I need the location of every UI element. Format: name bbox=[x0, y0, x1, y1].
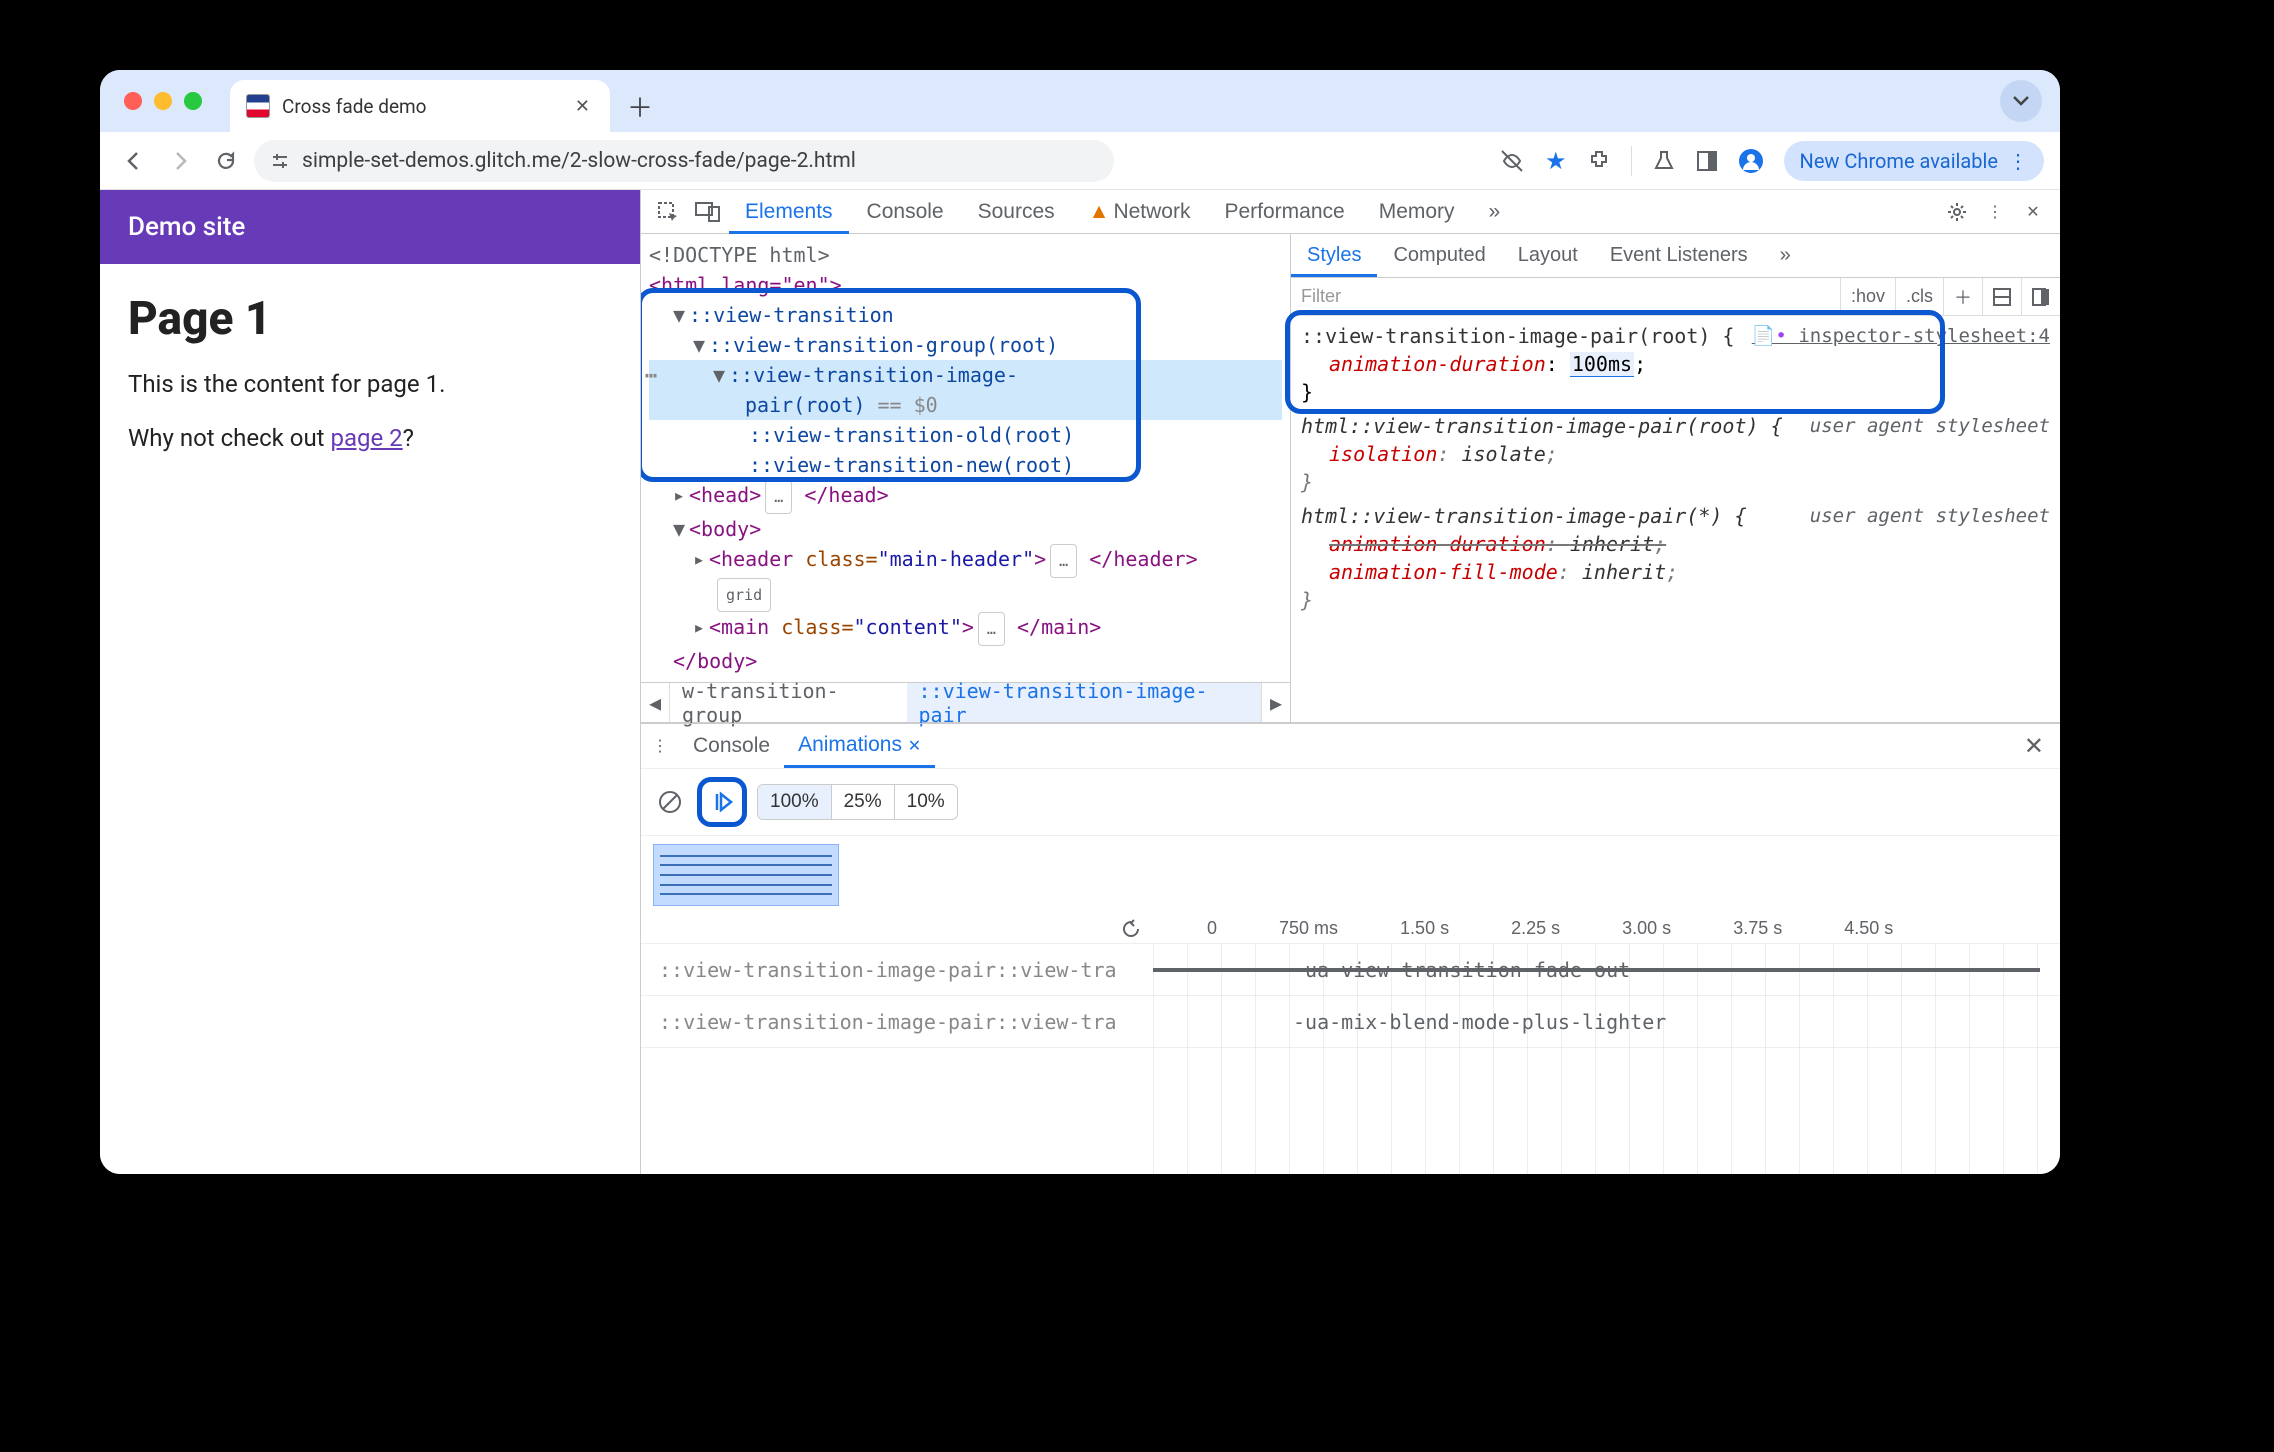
speed-10[interactable]: 10% bbox=[895, 785, 957, 819]
breadcrumb-right[interactable]: ▶ bbox=[1261, 683, 1290, 722]
inspect-element-icon[interactable] bbox=[653, 197, 683, 227]
tab-sources[interactable]: Sources bbox=[962, 190, 1071, 234]
styles-tab-event[interactable]: Event Listeners bbox=[1594, 234, 1764, 277]
forward-button[interactable] bbox=[162, 143, 198, 179]
update-chrome-button[interactable]: New Chrome available ⋮ bbox=[1784, 141, 2044, 181]
styles-tab-layout[interactable]: Layout bbox=[1502, 234, 1594, 277]
new-tab-button[interactable]: ＋ bbox=[618, 84, 662, 128]
anim-row-2-label: ::view-transition-image-pair::view-tra bbox=[641, 1010, 1153, 1034]
more-menu-icon[interactable]: ⋮ bbox=[1980, 197, 2010, 227]
url-text: simple-set-demos.glitch.me/2-slow-cross-… bbox=[302, 149, 1098, 173]
minimize-window-button[interactable] bbox=[154, 92, 172, 110]
device-toggle-icon[interactable] bbox=[693, 197, 723, 227]
page-2-link[interactable]: page 2 bbox=[330, 424, 402, 452]
styles-tab-styles[interactable]: Styles bbox=[1291, 234, 1377, 277]
toolbar-icons: ★ New Chrome available ⋮ bbox=[1499, 141, 2044, 181]
styles-tabs-overflow[interactable]: » bbox=[1764, 234, 1807, 277]
bookmark-star-icon[interactable]: ★ bbox=[1545, 147, 1567, 175]
breadcrumb-left[interactable]: ◀ bbox=[641, 683, 670, 722]
drawer-close-button[interactable]: ✕ bbox=[2008, 732, 2060, 761]
drawer-menu-icon[interactable]: ⋮ bbox=[645, 731, 675, 761]
page-header: Demo site bbox=[100, 190, 640, 264]
settings-gear-icon[interactable] bbox=[1942, 197, 1972, 227]
computed-toggle-icon[interactable] bbox=[1983, 278, 2022, 315]
eye-off-icon[interactable] bbox=[1499, 148, 1525, 174]
styles-tab-computed[interactable]: Computed bbox=[1377, 234, 1501, 277]
elements-panel: <!DOCTYPE html> <html lang="en"> ▼::view… bbox=[641, 234, 1291, 722]
chevron-down-icon bbox=[2013, 96, 2029, 106]
tab-console[interactable]: Console bbox=[851, 190, 960, 234]
play-icon bbox=[711, 791, 733, 813]
styles-panel: Styles Computed Layout Event Listeners »… bbox=[1291, 234, 2060, 722]
profile-icon[interactable] bbox=[1738, 148, 1764, 174]
speed-100[interactable]: 100% bbox=[758, 785, 832, 819]
page-paragraph-2: Why not check out page 2? bbox=[128, 424, 612, 452]
close-devtools-icon[interactable]: ✕ bbox=[2018, 197, 2048, 227]
close-tab-button[interactable]: ✕ bbox=[569, 90, 596, 123]
omnibox[interactable]: simple-set-demos.glitch.me/2-slow-cross-… bbox=[254, 140, 1114, 182]
page-title: Page 1 bbox=[128, 292, 612, 346]
browser-tab[interactable]: Cross fade demo ✕ bbox=[230, 80, 610, 132]
rendered-page: Demo site Page 1 This is the content for… bbox=[100, 190, 640, 1174]
labs-icon[interactable] bbox=[1652, 149, 1676, 173]
back-button[interactable] bbox=[116, 143, 152, 179]
animation-timeline[interactable]: 0 750 ms 1.50 s 2.25 s 3.00 s 3.75 s 4.5… bbox=[641, 914, 2060, 1174]
speed-25[interactable]: 25% bbox=[832, 785, 895, 819]
browser-window: Cross fade demo ✕ ＋ simple-set-demos.gli… bbox=[100, 70, 2060, 1174]
kebab-menu-icon: ⋮ bbox=[2008, 149, 2028, 173]
tab-bar: Cross fade demo ✕ ＋ bbox=[100, 70, 2060, 132]
devtools-tabs: Elements Console Sources ▲Network Perfor… bbox=[641, 190, 2060, 234]
anim-row-1-track[interactable]: -ua-view-transition-fade-out bbox=[1153, 944, 2060, 995]
animations-drawer: ⋮ Console Animations ✕ ✕ 100% bbox=[641, 723, 2060, 1174]
tab-search-button[interactable] bbox=[2000, 80, 2042, 122]
tune-icon bbox=[270, 151, 290, 171]
tab-memory[interactable]: Memory bbox=[1363, 190, 1471, 234]
breadcrumb: ◀ w-transition-group ::view-transition-i… bbox=[641, 682, 1290, 722]
maximize-window-button[interactable] bbox=[184, 92, 202, 110]
play-pause-button[interactable] bbox=[697, 777, 747, 827]
anim-row-2-track[interactable]: -ua-mix-blend-mode-plus-lighter bbox=[1153, 996, 2060, 1047]
favicon-icon bbox=[246, 94, 270, 118]
breadcrumb-seg-1[interactable]: w-transition-group bbox=[670, 683, 906, 722]
dom-tree[interactable]: <!DOCTYPE html> <html lang="en"> ▼::view… bbox=[641, 234, 1290, 682]
drawer-tab-console[interactable]: Console bbox=[679, 726, 784, 766]
playback-speed-group: 100% 25% 10% bbox=[757, 784, 958, 820]
tabs-overflow[interactable]: » bbox=[1473, 190, 1517, 234]
devtools-panel: Elements Console Sources ▲Network Perfor… bbox=[640, 190, 2060, 1174]
tab-network[interactable]: ▲Network bbox=[1073, 190, 1207, 234]
highlight-frame-dom bbox=[641, 288, 1141, 482]
window-controls bbox=[124, 70, 202, 132]
drawer-tab-animations[interactable]: Animations ✕ bbox=[784, 725, 935, 768]
side-panel-icon[interactable] bbox=[1696, 150, 1718, 172]
highlight-frame-styles bbox=[1285, 310, 1945, 414]
css-rules[interactable]: 📄• inspector-stylesheet:4 ::view-transit… bbox=[1291, 316, 2060, 626]
tab-elements[interactable]: Elements bbox=[729, 190, 849, 234]
tab-performance[interactable]: Performance bbox=[1208, 190, 1360, 234]
new-rule-button[interactable]: ＋ bbox=[1944, 278, 1983, 315]
close-window-button[interactable] bbox=[124, 92, 142, 110]
address-bar: simple-set-demos.glitch.me/2-slow-cross-… bbox=[100, 132, 2060, 190]
page-paragraph-1: This is the content for page 1. bbox=[128, 370, 612, 398]
rewind-icon[interactable] bbox=[1121, 919, 1141, 939]
rendering-icon[interactable] bbox=[2022, 278, 2060, 315]
anim-row-1-label: ::view-transition-image-pair::view-tra bbox=[641, 958, 1153, 982]
extensions-icon[interactable] bbox=[1587, 149, 1611, 173]
breadcrumb-seg-2[interactable]: ::view-transition-image-pair bbox=[907, 683, 1261, 722]
reload-button[interactable] bbox=[208, 143, 244, 179]
clear-animations-button[interactable] bbox=[653, 785, 687, 819]
tab-title: Cross fade demo bbox=[282, 95, 557, 118]
update-label: New Chrome available bbox=[1800, 149, 1998, 173]
animation-group-preview[interactable] bbox=[653, 844, 839, 906]
